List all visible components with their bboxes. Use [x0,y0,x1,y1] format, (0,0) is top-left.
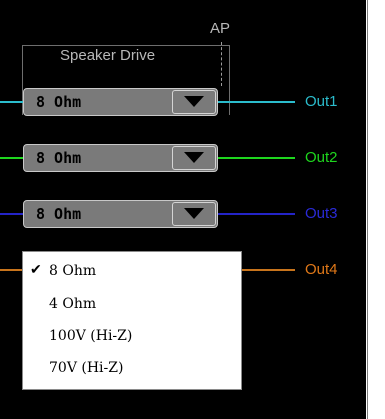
speaker-drive-panel: Speaker Drive AP 8 Ohm Out1 8 Ohm Out2 8 [0,0,385,419]
output-row-2: 8 Ohm Out2 [0,144,366,172]
option-label: 8 Ohm [49,263,97,279]
dropdown-option-4-ohm[interactable]: 4 Ohm [23,292,241,318]
select-value: 8 Ohm [36,149,82,167]
output-wire-3 [218,213,295,215]
speaker-drive-select-3[interactable]: 8 Ohm [23,200,218,228]
dropdown-button[interactable] [172,146,216,170]
dropdown-option-8-ohm[interactable]: ✔ 8 Ohm [23,259,241,285]
option-label: 70V (Hi-Z) [49,360,124,376]
option-label: 4 Ohm [49,296,97,312]
window-border [366,0,385,419]
output-label-4: Out4 [305,261,338,278]
triangle-down-icon [184,208,204,219]
dropdown-option-70v[interactable]: 70V (Hi-Z) [23,356,241,382]
output-wire-2 [218,157,295,159]
output-wire-1 [218,101,295,103]
triangle-down-icon [184,152,204,163]
select-value: 8 Ohm [36,93,82,111]
speaker-drive-select-1[interactable]: 8 Ohm [23,88,218,116]
ap-divider [221,42,222,86]
output-row-1: 8 Ohm Out1 [0,88,366,116]
triangle-down-icon [184,96,204,107]
speaker-drive-title: Speaker Drive [56,47,160,64]
option-label: 100V (Hi-Z) [49,328,133,344]
output-label-2: Out2 [305,149,338,166]
dropdown-option-100v[interactable]: 100V (Hi-Z) [23,324,241,350]
ap-label: AP [210,20,231,37]
output-row-3: 8 Ohm Out3 [0,200,366,228]
input-wire-3 [0,213,24,215]
input-wire-2 [0,157,24,159]
input-wire-4 [0,269,24,271]
output-label-1: Out1 [305,93,338,110]
dropdown-button[interactable] [172,202,216,226]
input-wire-1 [0,101,24,103]
window-border-line [367,0,368,419]
speaker-drive-select-2[interactable]: 8 Ohm [23,144,218,172]
checkmark-icon: ✔ [30,262,42,278]
dropdown-button[interactable] [172,90,216,114]
output-label-3: Out3 [305,205,338,222]
select-value: 8 Ohm [36,205,82,223]
speaker-drive-dropdown-list: ✔ 8 Ohm 4 Ohm 100V (Hi-Z) 70V (Hi-Z) [22,251,242,390]
